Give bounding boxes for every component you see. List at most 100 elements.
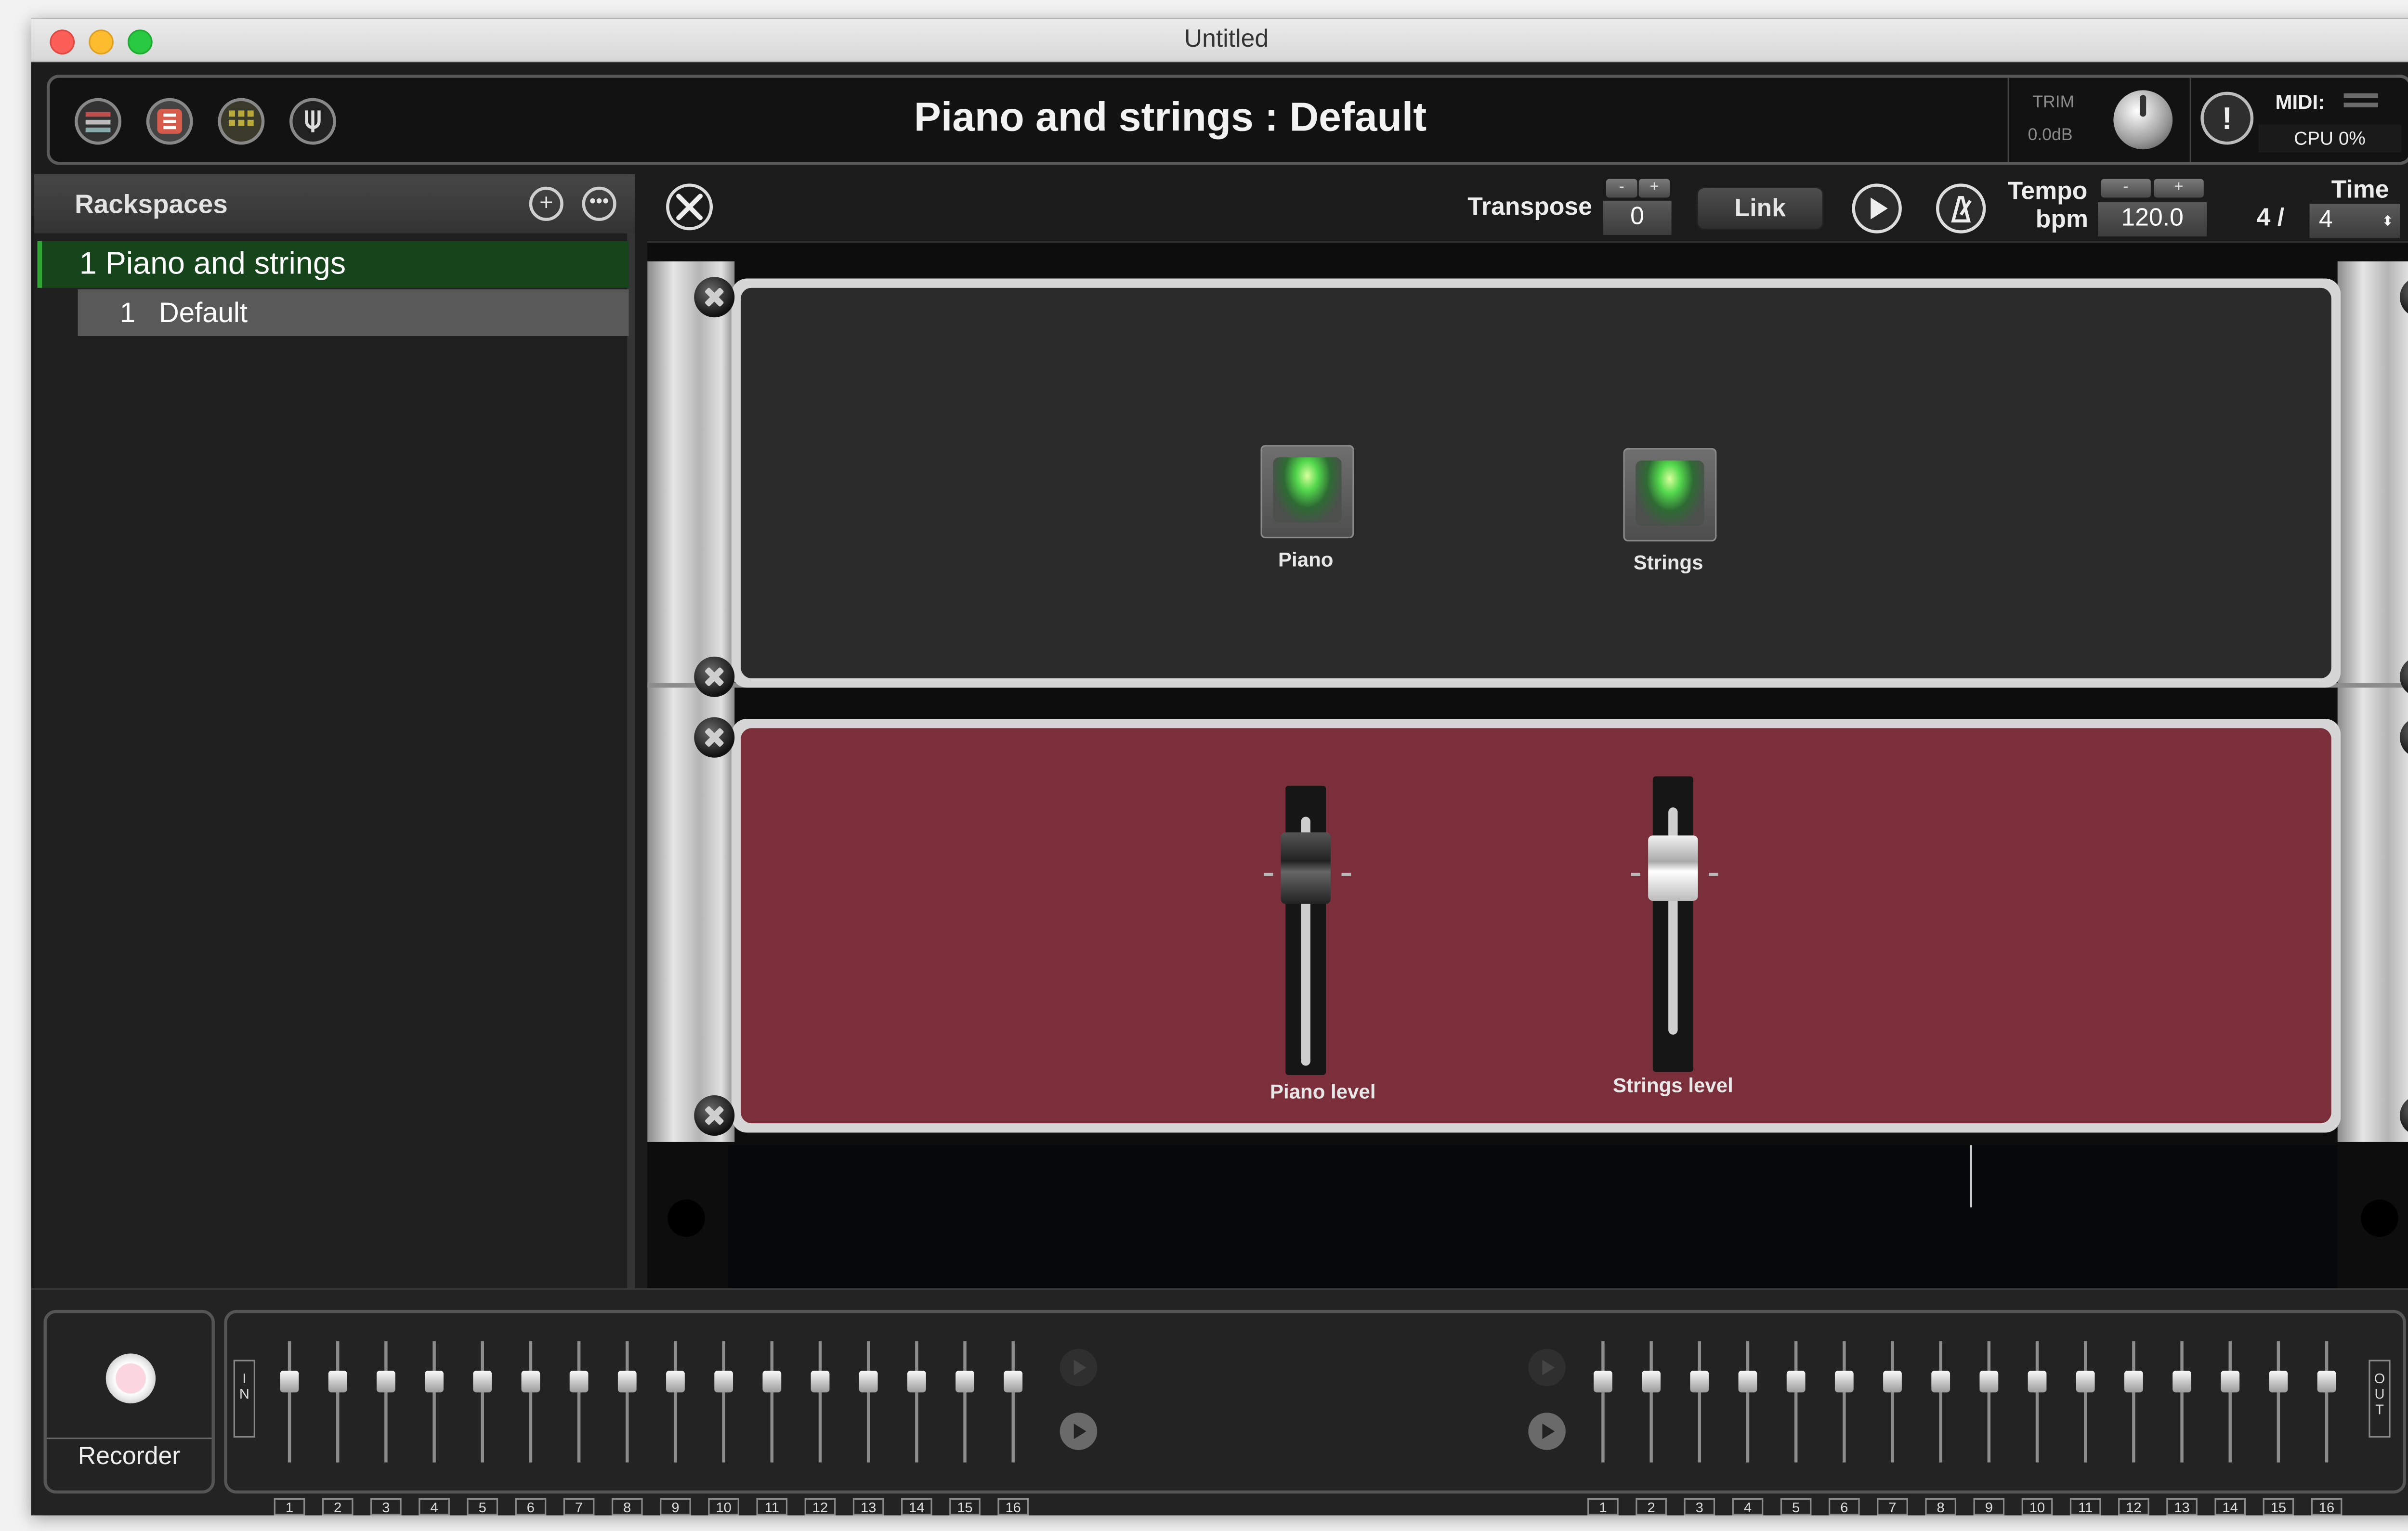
fader-handle[interactable] (425, 1370, 444, 1393)
input-fader-6[interactable] (529, 1341, 533, 1463)
fader-handle[interactable] (2076, 1370, 2095, 1393)
fader-handle[interactable] (907, 1370, 926, 1393)
input-monitor-button[interactable] (1060, 1349, 1098, 1387)
metronome-button[interactable] (1936, 183, 1986, 234)
fader-handle[interactable] (2172, 1370, 2191, 1393)
transpose-up-button[interactable]: + (1638, 179, 1670, 198)
fader-handle[interactable] (377, 1370, 395, 1393)
fader-handle[interactable] (280, 1370, 299, 1393)
fader-handle[interactable] (1594, 1370, 1612, 1393)
variation-item[interactable]: 1 Default (78, 289, 629, 337)
fader-handle[interactable] (521, 1370, 540, 1393)
edit-panels-button[interactable] (666, 183, 713, 231)
fader-handle[interactable] (1004, 1370, 1023, 1393)
fader-handle[interactable] (617, 1370, 637, 1393)
input-play-button[interactable] (1060, 1413, 1098, 1450)
setlist-button[interactable] (146, 98, 193, 145)
fader-handle[interactable] (955, 1370, 974, 1393)
fader-handle[interactable] (1648, 835, 1698, 901)
fader-handle[interactable] (1690, 1370, 1709, 1393)
output-fader-8[interactable] (1939, 1341, 1942, 1463)
input-fader-5[interactable] (481, 1341, 484, 1463)
fader-handle[interactable] (1281, 832, 1331, 904)
transpose-down-button[interactable]: - (1606, 179, 1637, 198)
output-fader-2[interactable] (1649, 1341, 1653, 1463)
time-denominator-select[interactable]: 4 ⬍ (2309, 204, 2400, 238)
fader-handle[interactable] (1642, 1370, 1661, 1393)
rackspace-options-button[interactable]: ••• (582, 186, 616, 221)
fader-handle[interactable] (811, 1370, 830, 1393)
strings-level-fader[interactable] (1648, 776, 1698, 1072)
piano-level-fader[interactable] (1281, 785, 1331, 1075)
output-fader-4[interactable] (1746, 1341, 1750, 1463)
input-fader-10[interactable] (722, 1341, 725, 1463)
fader-handle[interactable] (762, 1370, 782, 1393)
fader-handle[interactable] (1931, 1370, 1950, 1393)
output-fader-1[interactable] (1601, 1341, 1605, 1463)
output-play-button[interactable] (1528, 1413, 1566, 1450)
output-fader-5[interactable] (1794, 1341, 1798, 1463)
piano-toggle-button[interactable] (1260, 445, 1354, 539)
output-fader-13[interactable] (2180, 1341, 2184, 1463)
input-fader-12[interactable] (818, 1341, 822, 1463)
record-button[interactable] (105, 1353, 156, 1403)
input-fader-1[interactable] (288, 1341, 291, 1463)
add-rackspace-button[interactable]: + (529, 186, 563, 221)
input-fader-13[interactable] (866, 1341, 870, 1463)
fader-handle[interactable] (2221, 1370, 2240, 1393)
output-fader-11[interactable] (2083, 1341, 2087, 1463)
rack-view-button[interactable] (75, 98, 122, 145)
output-fader-15[interactable] (2277, 1341, 2280, 1463)
input-fader-15[interactable] (963, 1341, 967, 1463)
fader-handle[interactable] (2124, 1370, 2143, 1393)
output-fader-9[interactable] (1987, 1341, 1991, 1463)
input-fader-14[interactable] (915, 1341, 918, 1463)
fader-handle[interactable] (2317, 1370, 2336, 1393)
time-numerator[interactable]: 4 / (2257, 206, 2285, 234)
fader-handle[interactable] (1786, 1370, 1806, 1393)
tempo-down-button[interactable]: - (2101, 179, 2151, 198)
tempo-value[interactable]: 120.0 (2098, 202, 2207, 237)
input-fader-9[interactable] (674, 1341, 677, 1463)
strings-toggle-button[interactable] (1623, 448, 1717, 542)
tempo-up-button[interactable]: + (2154, 179, 2204, 198)
fader-handle[interactable] (569, 1370, 589, 1393)
output-fader-7[interactable] (1891, 1341, 1894, 1463)
link-button[interactable]: Link (1696, 186, 1824, 231)
fader-handle[interactable] (1738, 1370, 1757, 1393)
output-fader-16[interactable] (2325, 1341, 2329, 1463)
input-fader-4[interactable] (432, 1341, 436, 1463)
fader-handle[interactable] (473, 1370, 492, 1393)
fader-handle[interactable] (2028, 1370, 2047, 1393)
play-button[interactable] (1852, 183, 1902, 234)
fader-handle[interactable] (714, 1370, 733, 1393)
rackspace-item[interactable]: 1 Piano and strings (37, 241, 629, 288)
rackspace-label: 1 Piano and strings (79, 247, 346, 282)
output-fader-10[interactable] (2035, 1341, 2039, 1463)
mixer-view-button[interactable] (218, 98, 265, 145)
trim-knob[interactable] (2113, 90, 2173, 150)
input-fader-2[interactable] (336, 1341, 340, 1463)
input-fader-11[interactable] (770, 1341, 774, 1463)
input-fader-7[interactable] (577, 1341, 581, 1463)
panic-button[interactable]: ! (2200, 91, 2254, 145)
output-fader-6[interactable] (1843, 1341, 1846, 1463)
fader-handle[interactable] (2269, 1370, 2288, 1393)
output-fader-3[interactable] (1698, 1341, 1701, 1463)
tuner-button[interactable] (289, 98, 337, 145)
output-monitor-button[interactable] (1528, 1349, 1566, 1387)
fader-handle[interactable] (666, 1370, 685, 1393)
output-channel-number: 14 (2214, 1498, 2246, 1516)
output-fader-14[interactable] (2228, 1341, 2232, 1463)
input-channel-number: 5 (467, 1498, 498, 1516)
output-fader-12[interactable] (2132, 1341, 2135, 1463)
input-fader-8[interactable] (626, 1341, 629, 1463)
fader-handle[interactable] (1979, 1370, 1999, 1393)
input-fader-3[interactable] (384, 1341, 388, 1463)
input-fader-16[interactable] (1011, 1341, 1015, 1463)
transpose-value[interactable]: 0 (1603, 200, 1672, 235)
fader-handle[interactable] (1834, 1370, 1854, 1393)
fader-handle[interactable] (859, 1370, 878, 1393)
fader-handle[interactable] (1883, 1370, 1902, 1393)
fader-handle[interactable] (328, 1370, 347, 1393)
